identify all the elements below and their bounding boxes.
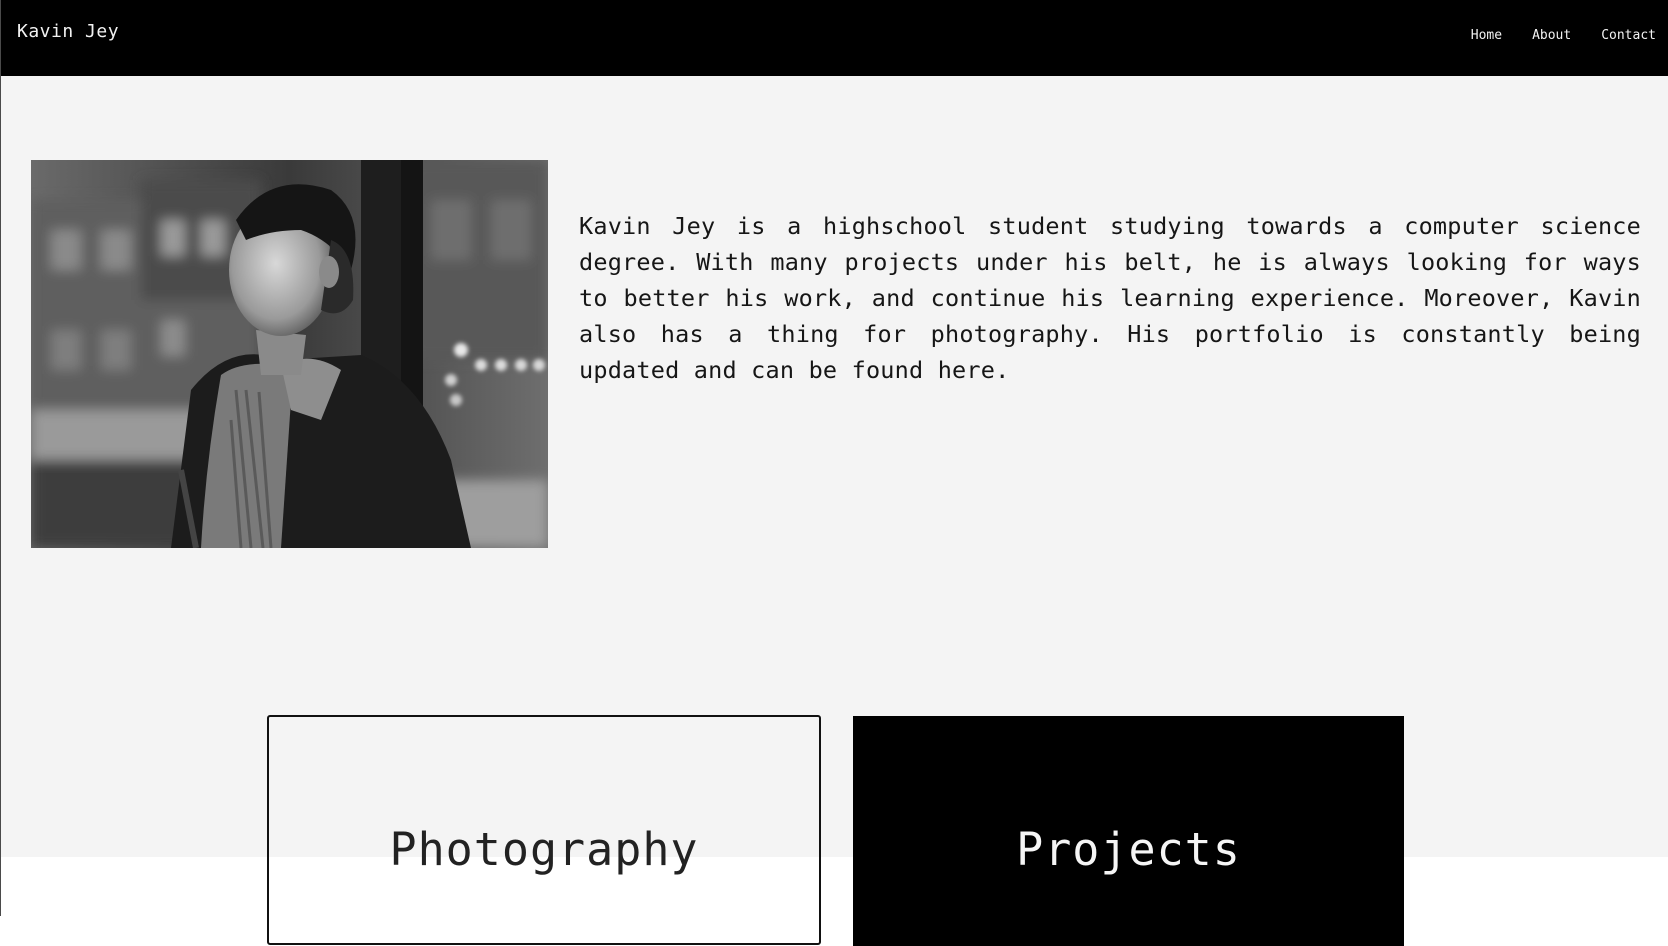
projects-card-button[interactable]: Projects [853, 716, 1404, 946]
nav-link-about[interactable]: About [1532, 28, 1571, 43]
site-brand-link[interactable]: Kavin Jey [17, 21, 119, 42]
portrait-photo-image [31, 160, 548, 548]
bio-paragraph: Kavin Jey is a highschool student studyi… [579, 212, 1641, 384]
portrait-photo [31, 160, 548, 548]
projects-card-label: Projects [1016, 823, 1241, 876]
top-navbar: Kavin Jey Home About Contact [0, 0, 1668, 76]
photography-card-label: Photography [389, 823, 699, 876]
page-bottom-area [0, 857, 1668, 916]
nav-links: Home About Contact [1471, 28, 1656, 43]
nav-link-contact[interactable]: Contact [1601, 28, 1656, 43]
photography-card-button[interactable]: Photography [267, 715, 821, 945]
nav-link-home[interactable]: Home [1471, 28, 1502, 43]
